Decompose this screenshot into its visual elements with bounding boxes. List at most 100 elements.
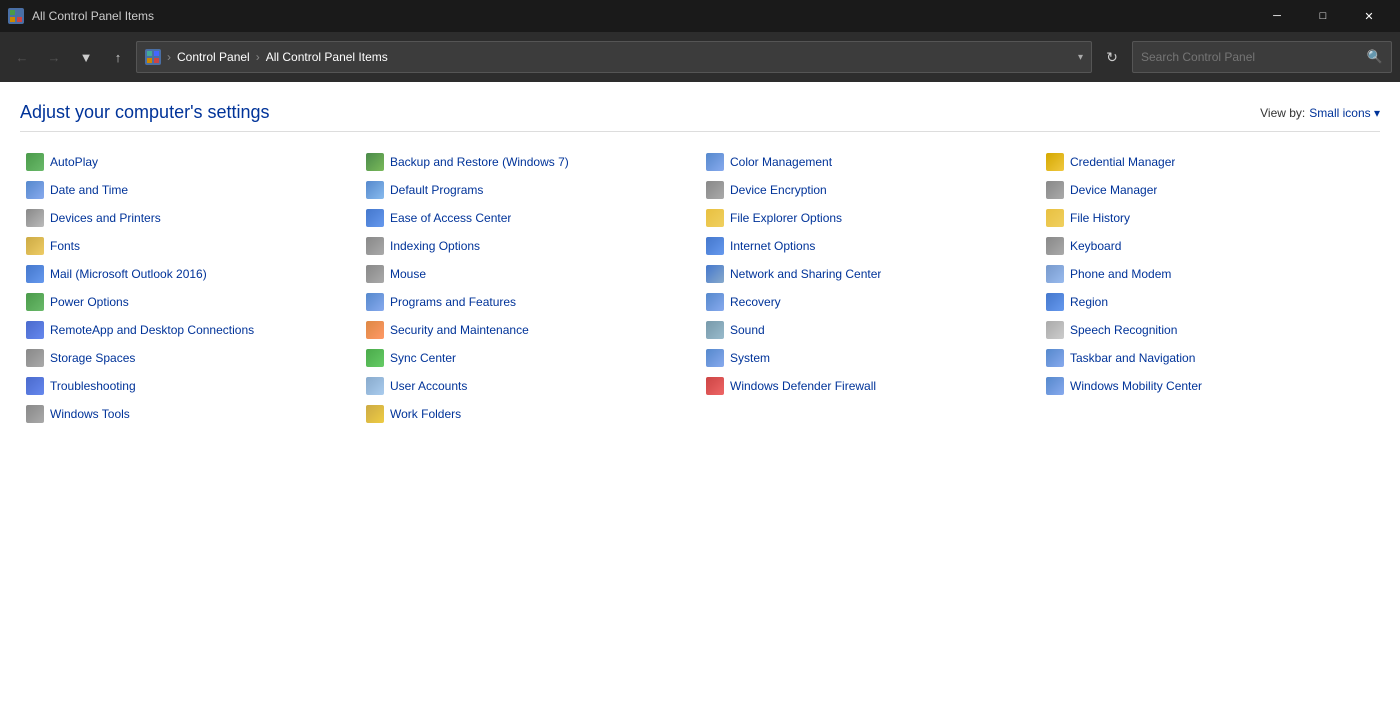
icon-taskbar [1046, 349, 1064, 367]
item-label: Backup and Restore (Windows 7) [390, 155, 569, 169]
item-label: Fonts [50, 239, 80, 253]
item-label: Keyboard [1070, 239, 1121, 253]
item-label: RemoteApp and Desktop Connections [50, 323, 254, 337]
cp-item-date-and-time[interactable]: Date and Time [20, 176, 360, 204]
cp-item-troubleshooting[interactable]: Troubleshooting [20, 372, 360, 400]
cp-item-windows-defender-firewall[interactable]: Windows Defender Firewall [700, 372, 1040, 400]
icon-remote [26, 321, 44, 339]
header-divider [20, 131, 1380, 132]
cp-item-programs-and-features[interactable]: Programs and Features [360, 288, 700, 316]
recent-locations-button[interactable]: ▼ [72, 43, 100, 71]
icon-fileexp [706, 209, 724, 227]
icon-mouse [366, 265, 384, 283]
cp-item-ease-of-access-center[interactable]: Ease of Access Center [360, 204, 700, 232]
page-header: Adjust your computer's settings View by:… [20, 102, 1380, 123]
title-bar-left: All Control Panel Items [8, 8, 154, 24]
icon-devmgr [1046, 181, 1064, 199]
cp-item-sync-center[interactable]: Sync Center [360, 344, 700, 372]
item-label: Internet Options [730, 239, 815, 253]
back-button[interactable]: ← [8, 43, 36, 71]
icon-region [1046, 293, 1064, 311]
icon-devices [26, 209, 44, 227]
cp-item-keyboard[interactable]: Keyboard [1040, 232, 1380, 260]
item-label: AutoPlay [50, 155, 98, 169]
item-label: Credential Manager [1070, 155, 1175, 169]
cp-item-security-and-maintenance[interactable]: Security and Maintenance [360, 316, 700, 344]
cp-item-speech-recognition[interactable]: Speech Recognition [1040, 316, 1380, 344]
cp-item-indexing-options[interactable]: Indexing Options [360, 232, 700, 260]
address-dropdown-arrow[interactable]: ▾ [1078, 52, 1083, 63]
up-button[interactable]: ↑ [104, 43, 132, 71]
cp-item-sound[interactable]: Sound [700, 316, 1040, 344]
icon-user [366, 377, 384, 395]
item-label: Device Manager [1070, 183, 1157, 197]
view-by-link[interactable]: Small icons ▾ [1309, 106, 1380, 120]
item-label: Device Encryption [730, 183, 827, 197]
cp-item-taskbar-and-navigation[interactable]: Taskbar and Navigation [1040, 344, 1380, 372]
navigation-bar: ← → ▼ ↑ › Control Panel › All Control Pa… [0, 32, 1400, 82]
app-icon [8, 8, 24, 24]
item-label: Storage Spaces [50, 351, 135, 365]
cp-item-region[interactable]: Region [1040, 288, 1380, 316]
cp-item-color-management[interactable]: Color Management [700, 148, 1040, 176]
cp-item-credential-manager[interactable]: Credential Manager [1040, 148, 1380, 176]
cp-item-work-folders[interactable]: Work Folders [360, 400, 700, 428]
minimize-button[interactable]: ─ [1254, 0, 1300, 32]
cp-item-remoteapp-and-desktop-connections[interactable]: RemoteApp and Desktop Connections [20, 316, 360, 344]
search-input[interactable] [1141, 50, 1367, 64]
cp-item-user-accounts[interactable]: User Accounts [360, 372, 700, 400]
item-label: Recovery [730, 295, 781, 309]
view-by-label: View by: [1260, 106, 1305, 120]
icon-system [706, 349, 724, 367]
icon-wintools [26, 405, 44, 423]
icon-speech [1046, 321, 1064, 339]
page-title: Adjust your computer's settings [20, 102, 270, 123]
cp-item-storage-spaces[interactable]: Storage Spaces [20, 344, 360, 372]
maximize-button[interactable]: □ [1300, 0, 1346, 32]
icon-network [706, 265, 724, 283]
cp-item-recovery[interactable]: Recovery [700, 288, 1040, 316]
cp-item-internet-options[interactable]: Internet Options [700, 232, 1040, 260]
item-label: Sound [730, 323, 765, 337]
icon-windefender [706, 377, 724, 395]
cp-item-power-options[interactable]: Power Options [20, 288, 360, 316]
icon-security [366, 321, 384, 339]
icon-power [26, 293, 44, 311]
address-bar[interactable]: › Control Panel › All Control Panel Item… [136, 41, 1092, 73]
item-label: Devices and Printers [50, 211, 161, 225]
search-icon[interactable]: 🔍 [1367, 49, 1383, 65]
search-box[interactable]: 🔍 [1132, 41, 1392, 73]
cp-item-device-manager[interactable]: Device Manager [1040, 176, 1380, 204]
cp-item-fonts[interactable]: Fonts [20, 232, 360, 260]
address-sep-1: › [167, 50, 171, 64]
item-label: System [730, 351, 770, 365]
cp-item-mail-microsoft-outlook-2016[interactable]: Mail (Microsoft Outlook 2016) [20, 260, 360, 288]
cp-item-phone-and-modem[interactable]: Phone and Modem [1040, 260, 1380, 288]
item-label: Network and Sharing Center [730, 267, 881, 281]
cp-item-windows-mobility-center[interactable]: Windows Mobility Center [1040, 372, 1380, 400]
refresh-button[interactable]: ↻ [1096, 41, 1128, 73]
address-sep-2: › [256, 50, 260, 64]
cp-item-file-history[interactable]: File History [1040, 204, 1380, 232]
icon-programs [366, 293, 384, 311]
address-control-panel[interactable]: Control Panel [177, 50, 250, 64]
cp-item-network-and-sharing-center[interactable]: Network and Sharing Center [700, 260, 1040, 288]
icon-sync [366, 349, 384, 367]
cp-item-backup-and-restore-windows-7[interactable]: Backup and Restore (Windows 7) [360, 148, 700, 176]
cp-item-default-programs[interactable]: Default Programs [360, 176, 700, 204]
cp-item-file-explorer-options[interactable]: File Explorer Options [700, 204, 1040, 232]
forward-button[interactable]: → [40, 43, 68, 71]
close-button[interactable]: ✕ [1346, 0, 1392, 32]
cp-item-devices-and-printers[interactable]: Devices and Printers [20, 204, 360, 232]
item-label: Programs and Features [390, 295, 516, 309]
cp-item-autoplay[interactable]: AutoPlay [20, 148, 360, 176]
cp-item-system[interactable]: System [700, 344, 1040, 372]
cp-item-device-encryption[interactable]: Device Encryption [700, 176, 1040, 204]
icon-filehistory [1046, 209, 1064, 227]
item-label: Indexing Options [390, 239, 480, 253]
item-label: File Explorer Options [730, 211, 842, 225]
address-all-items[interactable]: All Control Panel Items [266, 50, 388, 64]
item-label: Work Folders [390, 407, 461, 421]
cp-item-mouse[interactable]: Mouse [360, 260, 700, 288]
cp-item-windows-tools[interactable]: Windows Tools [20, 400, 360, 428]
